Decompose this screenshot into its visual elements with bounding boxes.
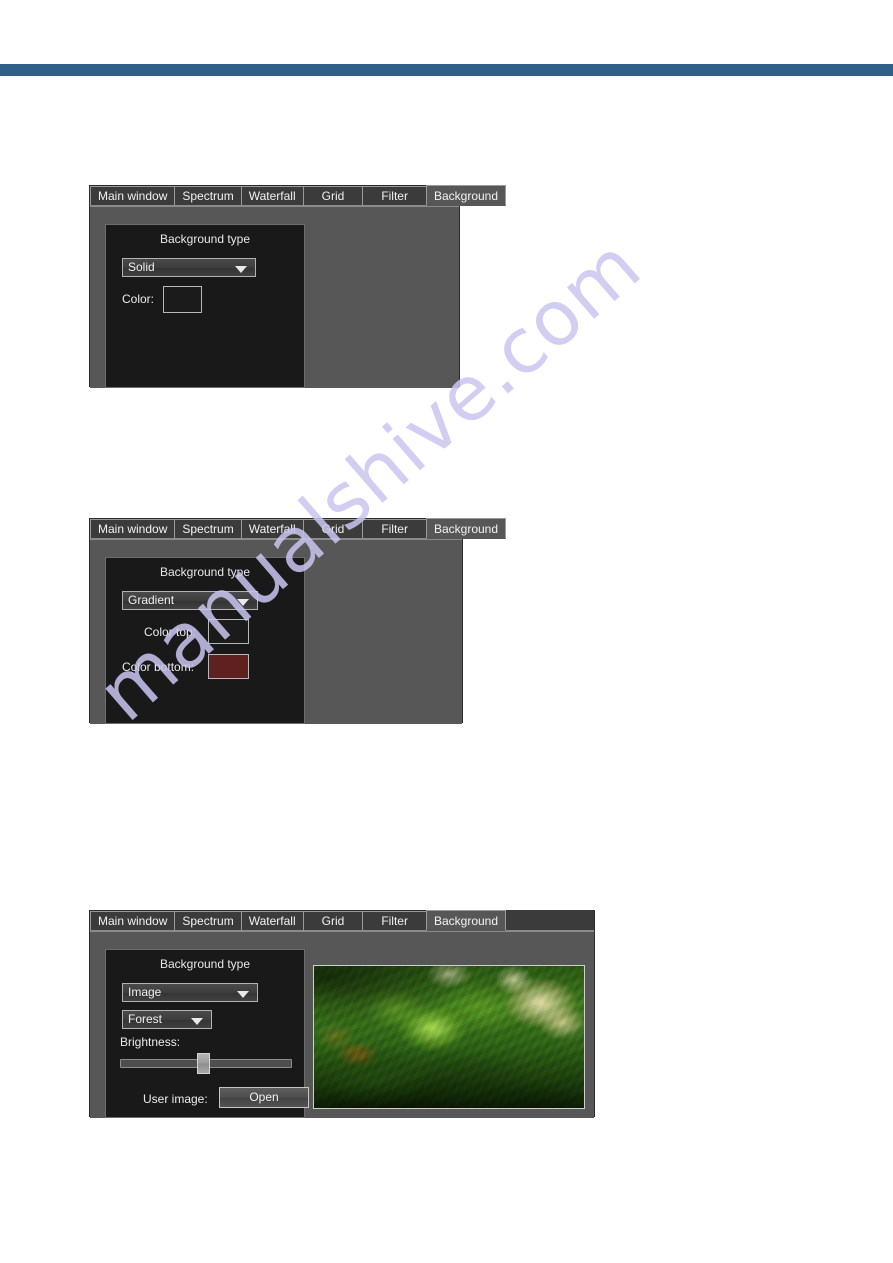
tab-background[interactable]: Background: [425, 910, 507, 931]
background-image-select-value: Forest: [128, 1012, 163, 1026]
background-type-group-image: Background type Image Forest Brightness:…: [105, 949, 309, 1118]
background-type-group-gradient: Background type Gradient Color top: Colo…: [105, 557, 305, 724]
chevron-down-icon: [237, 990, 249, 998]
tab-grid[interactable]: Grid: [302, 519, 364, 539]
tab-strip-image: Main window Spectrum Waterfall Grid Filt…: [90, 910, 594, 932]
tab-waterfall[interactable]: Waterfall: [240, 519, 304, 539]
color-label: Color:: [122, 292, 155, 306]
brightness-label: Brightness:: [120, 1035, 181, 1049]
color-swatch[interactable]: [163, 286, 202, 313]
chevron-down-icon: [191, 1017, 203, 1025]
chevron-down-icon: [235, 265, 247, 273]
tab-strip-filler: [505, 910, 594, 931]
background-type-select[interactable]: Solid: [122, 258, 256, 277]
page-header-rule: [0, 64, 893, 76]
tab-background[interactable]: Background: [425, 185, 507, 206]
color-bottom-label: Color bottom:: [122, 660, 195, 674]
tab-strip-gradient: Main window Spectrum Waterfall Grid Filt…: [90, 518, 507, 540]
chevron-down-icon: [237, 598, 249, 606]
tab-grid[interactable]: Grid: [302, 186, 364, 206]
background-type-group-solid: Background type Solid Color:: [105, 224, 305, 388]
group-title-background-type: Background type: [159, 957, 251, 971]
screenshot-image-background: Main window Spectrum Waterfall Grid Filt…: [89, 910, 595, 1118]
color-bottom-swatch[interactable]: [208, 654, 249, 679]
tab-spectrum[interactable]: Spectrum: [174, 519, 242, 539]
tab-strip-solid: Main window Spectrum Waterfall Grid Filt…: [90, 185, 507, 207]
brightness-slider-thumb[interactable]: [197, 1053, 210, 1074]
tab-panel-background-image: Background type Image Forest Brightness:…: [90, 932, 594, 1118]
color-top-label: Color top:: [144, 625, 197, 639]
background-type-select[interactable]: Image: [122, 983, 258, 1002]
background-type-select-value: Image: [128, 985, 162, 999]
open-button[interactable]: Open: [219, 1087, 309, 1108]
tab-waterfall[interactable]: Waterfall: [240, 186, 304, 206]
screenshot-gradient-background: Main window Spectrum Waterfall Grid Filt…: [89, 518, 507, 724]
preview-vignette-overlay: [314, 966, 584, 1108]
background-image-select[interactable]: Forest: [122, 1010, 212, 1029]
tab-main-window[interactable]: Main window: [90, 911, 176, 931]
background-type-select-value: Solid: [128, 260, 155, 274]
tab-spectrum[interactable]: Spectrum: [174, 911, 242, 931]
tab-main-window[interactable]: Main window: [90, 186, 176, 206]
group-title-background-type: Background type: [159, 565, 251, 579]
tab-panel-background-gradient: Background type Gradient Color top: Colo…: [90, 540, 462, 724]
tab-background[interactable]: Background: [425, 518, 507, 539]
group-title-background-type: Background type: [159, 232, 251, 246]
tab-grid[interactable]: Grid: [302, 911, 364, 931]
tab-filter[interactable]: Filter: [362, 186, 427, 206]
background-type-select-value: Gradient: [128, 593, 175, 607]
tab-spectrum[interactable]: Spectrum: [174, 186, 242, 206]
tab-filter[interactable]: Filter: [362, 911, 427, 931]
tab-main-window[interactable]: Main window: [90, 519, 176, 539]
user-image-label: User image:: [143, 1092, 208, 1106]
background-type-select[interactable]: Gradient: [122, 591, 258, 610]
color-top-swatch[interactable]: [208, 619, 249, 644]
tab-waterfall[interactable]: Waterfall: [240, 911, 304, 931]
tab-filter[interactable]: Filter: [362, 519, 427, 539]
tab-panel-background-solid: Background type Solid Color:: [90, 207, 459, 388]
background-image-preview: [313, 965, 585, 1109]
screenshot-solid-background: Main window Spectrum Waterfall Grid Filt…: [89, 185, 507, 388]
